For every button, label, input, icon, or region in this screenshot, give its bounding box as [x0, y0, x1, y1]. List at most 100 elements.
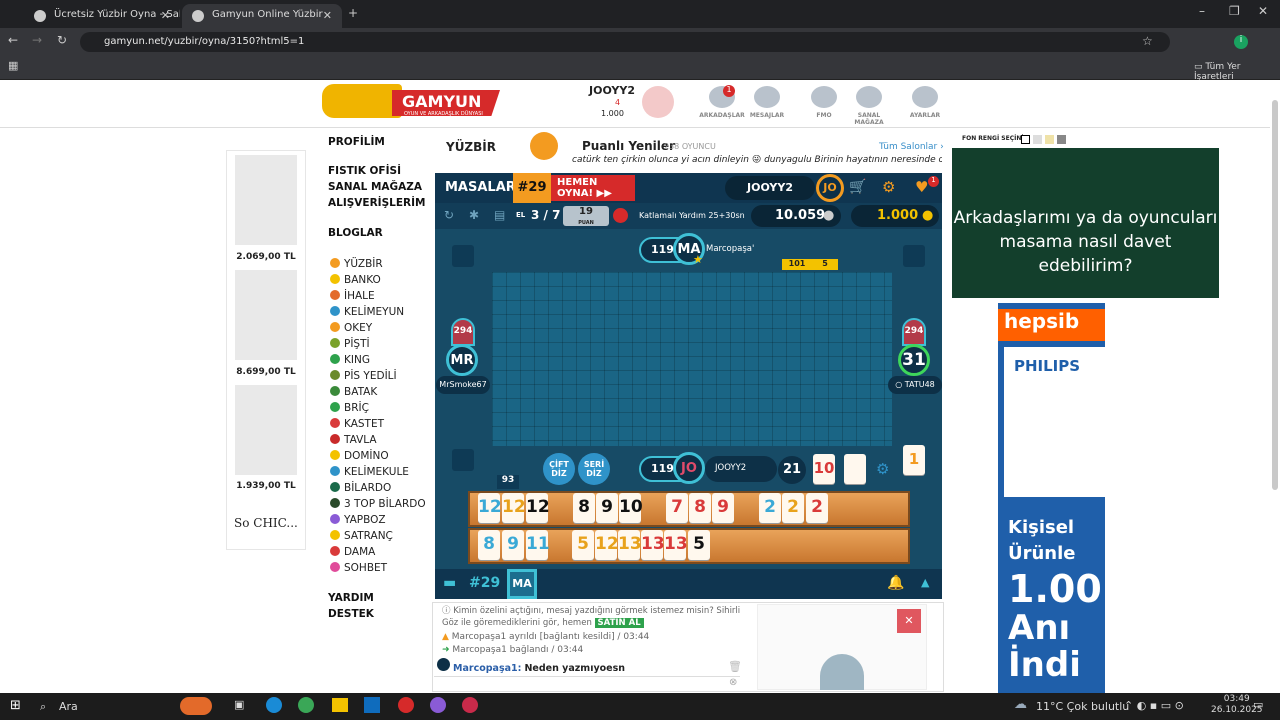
outlook-icon[interactable] [364, 697, 380, 713]
rack-tile[interactable]: 13 [641, 530, 665, 560]
product-image[interactable] [235, 155, 297, 245]
chat-input[interactable] [434, 676, 740, 690]
menu-game-item[interactable]: SOHBET [330, 562, 387, 576]
menu-game-item[interactable]: TAVLA [330, 434, 377, 448]
rack-tile[interactable]: 2 [806, 493, 828, 523]
rack-tile[interactable]: 9 [712, 493, 734, 523]
rack-tile[interactable]: 12 [502, 493, 526, 523]
user-avatar[interactable] [642, 86, 674, 118]
nav-shop[interactable]: SANAL MAĞAZA [844, 86, 894, 126]
menu-game-item[interactable]: KELİMEKULE [330, 466, 409, 480]
menu-game-item[interactable]: OKEY [330, 322, 372, 336]
menu-game-item[interactable]: KING [330, 354, 370, 368]
series-arrange-button[interactable]: SERİ DİZ [578, 453, 610, 485]
nav-friends[interactable]: ARKADAŞLAR [697, 86, 747, 119]
tables-button[interactable]: MASALAR [445, 180, 516, 195]
menu-game-item[interactable]: YÜZBİR [330, 258, 383, 272]
all-bookmarks[interactable]: ▭ Tüm Yer İşaretleri [1194, 62, 1280, 82]
bell-icon[interactable]: 🔔 [887, 575, 904, 591]
tab-1[interactable]: Ücretsiz Yüzbir Oyna - Salon Li✕ [24, 4, 180, 28]
rack-tile[interactable]: 12 [478, 493, 502, 523]
minimize-icon[interactable]: – [1199, 4, 1205, 18]
game-board[interactable] [492, 272, 892, 446]
collapse-icon[interactable]: ▲ [921, 576, 929, 589]
app-icon[interactable] [430, 697, 446, 713]
menu-game-item[interactable]: İHALE [330, 290, 375, 304]
menu-game-item[interactable]: PİS YEDİLİ [330, 370, 397, 384]
product-image[interactable] [235, 385, 297, 475]
weather-text[interactable]: 11°C Çok bulutlu [1036, 700, 1129, 713]
play-now-button[interactable]: HEMEN OYNA! ▶▶ [551, 175, 635, 201]
restore-icon[interactable]: ❐ [1229, 4, 1240, 18]
gear-icon[interactable]: ⚙ [882, 178, 895, 196]
rack-tile[interactable]: 2 [759, 493, 781, 523]
bg-swatch[interactable] [1021, 135, 1030, 144]
menu-game-item[interactable]: PİŞTİ [330, 338, 370, 352]
close-panel-button[interactable]: ✕ [897, 609, 921, 633]
bg-swatch[interactable] [1033, 135, 1042, 144]
app-icon[interactable] [462, 697, 478, 713]
all-rooms-link[interactable]: Tüm Salonlar › [879, 142, 944, 152]
back-icon[interactable]: ← [8, 33, 18, 47]
rack-tile[interactable]: 7 [666, 493, 688, 523]
discard-slot[interactable] [452, 245, 474, 267]
rack-tile[interactable]: 2 [782, 493, 804, 523]
explorer-icon[interactable] [332, 698, 348, 712]
hepsiburada-ad[interactable]: hepsib PHILIPS Kişisel Ürünle 1.00 Anı İ… [998, 303, 1105, 693]
opera-icon[interactable] [398, 697, 414, 713]
snowflake-icon[interactable]: ✱ [469, 208, 479, 222]
new-tab-icon[interactable]: + [348, 6, 358, 20]
tray-icons[interactable]: ⌃ ◐ ▪ ▭ ⊙ [1124, 699, 1184, 712]
rack-tile[interactable]: 8 [478, 530, 500, 560]
menu-purchases[interactable]: ALIŞVERİŞLERİM [328, 197, 425, 209]
bg-swatch[interactable] [1045, 135, 1054, 144]
menu-game-item[interactable]: 3 TOP BİLARDO [330, 498, 426, 512]
rack-tile[interactable]: 5 [688, 530, 710, 560]
menu-game-item[interactable]: YAPBOZ [330, 514, 386, 528]
chrome-icon[interactable] [298, 697, 314, 713]
bottom-avatar-tab[interactable]: MA [507, 569, 537, 599]
menu-blogs[interactable]: BLOGLAR [328, 227, 383, 239]
menu-game-item[interactable]: BANKO [330, 274, 381, 288]
bottom-avatar[interactable]: JO [673, 452, 705, 484]
menu-game-item[interactable]: BRİÇ [330, 402, 369, 416]
rack-tile[interactable]: 13 [664, 530, 688, 560]
nav-messages[interactable]: MESAJLAR [742, 86, 792, 119]
discard-slot[interactable] [452, 449, 474, 471]
rack-tile[interactable]: 8 [689, 493, 711, 523]
clipboard-icon[interactable]: ▤ [494, 208, 505, 222]
tab-2[interactable]: Gamyun Online Yüzbir ✕ [182, 4, 342, 28]
nav-settings[interactable]: AYARLAR [900, 86, 950, 119]
url-field[interactable]: gamyun.net/yuzbir/oyna/3150?html5=1 [80, 32, 1170, 52]
notifications-icon[interactable]: ▭ [1253, 698, 1263, 711]
menu-game-item[interactable]: DOMİNO [330, 450, 389, 464]
cart-icon[interactable]: 🛒 [849, 179, 866, 195]
forward-icon[interactable]: → [32, 33, 42, 47]
rack-tile[interactable]: 13 [618, 530, 642, 560]
rack-tile[interactable]: 8 [573, 493, 595, 523]
rack-tile[interactable]: 9 [596, 493, 618, 523]
rack-tile[interactable]: 11 [526, 530, 550, 560]
left-avatar[interactable]: MR [446, 344, 478, 376]
header-username[interactable]: JOOYY2 [589, 84, 635, 97]
rack-tile[interactable]: 12 [526, 493, 550, 523]
nav-fmo[interactable]: FMO [799, 86, 849, 119]
refresh-icon[interactable]: ↻ [444, 208, 454, 222]
menu-game-item[interactable]: DAMA [330, 546, 375, 560]
close-tab-icon[interactable]: ✕ [323, 9, 332, 22]
edge-icon[interactable] [266, 697, 282, 713]
apps-icon[interactable]: ▦ [8, 59, 18, 72]
menu-game-item[interactable]: SATRANÇ [330, 530, 393, 544]
menu-game-item[interactable]: KASTET [330, 418, 384, 432]
menu-profile[interactable]: PROFİLİM [328, 136, 385, 148]
discard-slot[interactable] [903, 245, 925, 267]
menu-shop[interactable]: SANAL MAĞAZA [328, 181, 422, 193]
rack-tile[interactable]: 9 [502, 530, 524, 560]
windows-icon[interactable]: ⊞ [10, 698, 21, 713]
bookmark-star-icon[interactable]: ☆ [1142, 34, 1153, 48]
double-arrange-button[interactable]: ÇİFT DİZ [543, 453, 575, 485]
chat-icon[interactable]: ▬ [443, 575, 456, 591]
rack-tile[interactable]: 12 [595, 530, 619, 560]
menu-support[interactable]: DESTEK [328, 608, 374, 620]
window-close-icon[interactable]: ✕ [1258, 4, 1268, 18]
